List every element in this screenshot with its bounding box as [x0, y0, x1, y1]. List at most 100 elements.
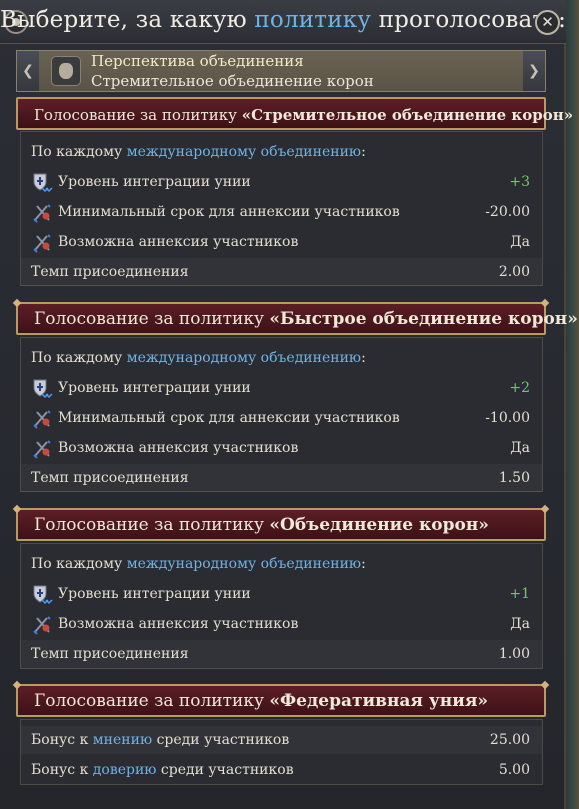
effect-value: -10.00: [485, 410, 530, 426]
effect-row: Возможна аннексия участников Да: [21, 610, 542, 638]
effect-label: Возможна аннексия участников: [58, 234, 299, 250]
pace-row: Темп присоединения 2.00: [21, 258, 542, 286]
bonus-row: Бонус к мнению среди участников 25.00: [21, 726, 542, 754]
effect-label: Уровень интеграции унии: [58, 174, 251, 190]
effect-label: Уровень интеграции унии: [58, 586, 251, 602]
effect-value: +3: [509, 174, 530, 190]
title-bar: Выберите, за какую политику проголосоват…: [0, 0, 566, 44]
pace-row: Темп присоединения 1.50: [21, 464, 542, 492]
policy-effects-4: Бонус к мнению среди участников 25.00 Бо…: [20, 719, 543, 785]
effect-row: Уровень интеграции унии +3: [21, 168, 542, 196]
annex-icon: [33, 616, 51, 635]
header-prefix: Голосование за политику: [34, 106, 242, 124]
union-prospect-icon: [51, 56, 81, 86]
policy-name: «Объединение корон»: [269, 515, 489, 535]
effect-label: Возможна аннексия участников: [58, 440, 299, 456]
bonus-value: 25.00: [489, 732, 530, 748]
corner-ornament: [12, 680, 22, 690]
per-union-prefix: По каждому: [31, 350, 127, 366]
corner-ornament: [12, 504, 22, 514]
bonus-label: Бонус к доверию среди участников: [31, 762, 294, 778]
per-union-suffix: :: [361, 350, 366, 366]
effect-value: Да: [510, 440, 530, 456]
header-prefix: Голосование за политику: [34, 691, 270, 711]
effect-value: +1: [509, 586, 530, 602]
per-union-label: По каждому международному объединению:: [31, 556, 366, 572]
per-union-row: По каждому международному объединению:: [21, 138, 542, 166]
per-union-row: По каждому международному объединению:: [21, 550, 542, 578]
effect-value: Да: [510, 616, 530, 632]
corner-ornament: [540, 298, 550, 308]
bonus-label: Бонус к мнению среди участников: [31, 732, 289, 748]
bonus-suffix: среди участников: [152, 732, 290, 748]
prev-arrow-button[interactable]: ❮: [17, 51, 39, 91]
per-union-label: По каждому международному объединению:: [31, 350, 366, 366]
effect-row: Минимальный срок для аннексии участников…: [21, 404, 542, 432]
per-union-label: По каждому международному объединению:: [31, 144, 366, 160]
policy-name: «Быстрое объединение корон»: [269, 309, 578, 329]
policy-name: «Стремительное объединение корон»: [241, 106, 574, 124]
effect-label: Минимальный срок для аннексии участников: [58, 410, 400, 426]
pace-row: Темп присоединения 1.00: [21, 640, 542, 668]
annex-icon: [33, 440, 51, 459]
pace-value: 1.00: [498, 646, 530, 662]
pace-label: Темп присоединения: [31, 470, 189, 486]
annex-time-icon: [33, 204, 51, 223]
policy-effects-1: По каждому международному объединению: У…: [20, 131, 543, 286]
union-integration-icon: [33, 173, 53, 193]
bonus-prefix: Бонус к: [31, 732, 93, 748]
vote-policy-header-text: Голосование за политику «Стремительное о…: [34, 106, 573, 124]
vote-policy-header-1[interactable]: Голосование за политику «Стремительное о…: [16, 97, 573, 130]
opinion-link[interactable]: мнению: [93, 732, 152, 748]
effect-row: Уровень интеграции унии +2: [21, 374, 542, 402]
international-union-link[interactable]: международному объединению: [127, 350, 361, 366]
selector-title: Перспектива объединения: [91, 52, 304, 70]
policy-effects-3: По каждому международному объединению: У…: [20, 543, 543, 669]
trust-link[interactable]: доверию: [93, 762, 157, 778]
close-button[interactable]: ✕: [535, 10, 560, 35]
international-union-link[interactable]: международному объединению: [127, 144, 361, 160]
effect-row: Уровень интеграции унии +1: [21, 580, 542, 608]
title-policy-link[interactable]: политику: [254, 7, 371, 33]
union-integration-icon: [33, 585, 53, 605]
pace-value: 2.00: [498, 264, 530, 280]
effect-value: Да: [510, 234, 530, 250]
effect-row: Возможна аннексия участников Да: [21, 228, 542, 256]
effect-value: -20.00: [485, 204, 530, 220]
selector-subtitle: Стремительное объединение корон: [91, 72, 374, 90]
policy-vote-window: Выберите, за какую политику проголосоват…: [0, 0, 578, 809]
policy-name: «Федеративная уния»: [269, 691, 489, 711]
vote-policy-header-text: Голосование за политику «Объединение кор…: [34, 515, 489, 535]
per-union-prefix: По каждому: [31, 556, 127, 572]
per-union-row: По каждому международному объединению:: [21, 344, 542, 372]
effect-label: Уровень интеграции унии: [58, 380, 251, 396]
policy-effects-2: По каждому международному объединению: У…: [20, 337, 543, 492]
window-title: Выберите, за какую политику проголосоват…: [0, 7, 566, 33]
effect-value: +2: [509, 380, 530, 396]
vote-policy-header-text: Голосование за политику «Федеративная ун…: [34, 691, 488, 711]
title-text-start: Выберите, за какую: [0, 7, 255, 33]
per-union-suffix: :: [361, 556, 366, 572]
corner-ornament: [540, 504, 550, 514]
bonus-prefix: Бонус к: [31, 762, 93, 778]
per-union-prefix: По каждому: [31, 144, 127, 160]
union-integration-icon: [33, 379, 53, 399]
bonus-row: Бонус к доверию среди участников 5.00: [21, 756, 542, 784]
international-union-link[interactable]: международному объединению: [127, 556, 361, 572]
next-arrow-button[interactable]: ❯: [523, 51, 545, 91]
header-prefix: Голосование за политику: [34, 309, 270, 329]
effect-row: Возможна аннексия участников Да: [21, 434, 542, 462]
annex-time-icon: [33, 410, 51, 429]
annex-icon: [33, 234, 51, 253]
corner-ornament: [540, 680, 550, 690]
vote-policy-header-3[interactable]: Голосование за политику «Объединение кор…: [12, 504, 550, 541]
effect-label: Минимальный срок для аннексии участников: [58, 204, 400, 220]
pace-label: Темп присоединения: [31, 264, 189, 280]
vote-policy-header-4[interactable]: Голосование за политику «Федеративная ун…: [12, 680, 550, 717]
per-union-suffix: :: [361, 144, 366, 160]
corner-ornament: [12, 298, 22, 308]
effect-row: Минимальный срок для аннексии участников…: [21, 198, 542, 226]
policy-selector[interactable]: ❮ Перспектива объединения Стремительное …: [16, 50, 546, 92]
vote-policy-header-2[interactable]: Голосование за политику «Быстрое объедин…: [12, 298, 578, 335]
header-prefix: Голосование за политику: [34, 515, 270, 535]
